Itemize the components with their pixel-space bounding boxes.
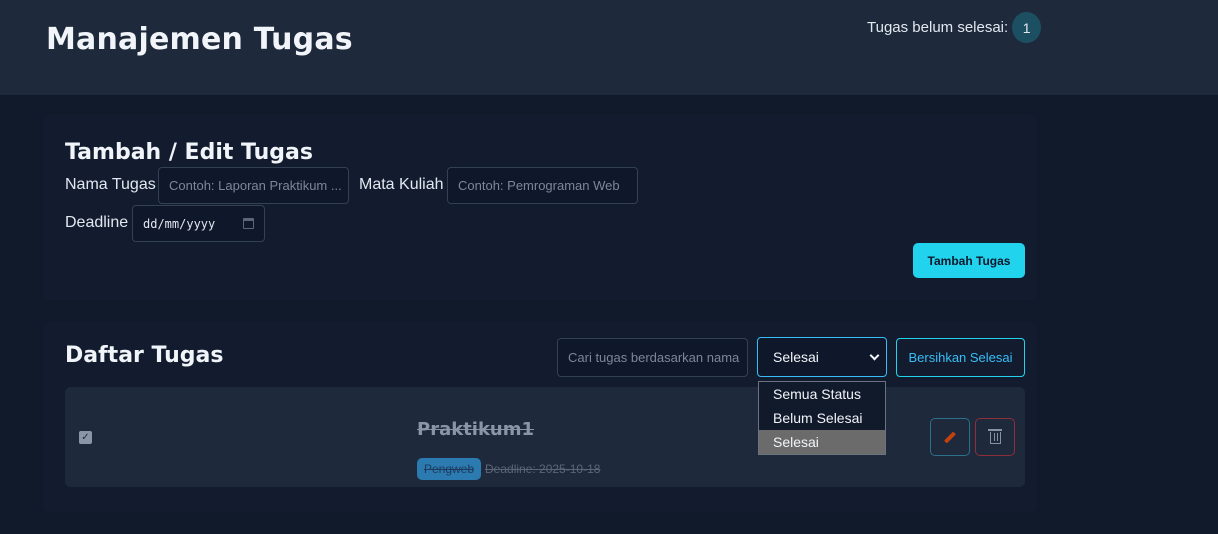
clear-completed-button[interactable]: Bersihkan Selesai <box>896 338 1025 377</box>
pending-label: Tugas belum selesai: <box>867 19 1009 36</box>
task-complete-checkbox[interactable]: ✓ <box>79 431 92 444</box>
task-name-input[interactable]: Contoh: Laporan Praktikum ... <box>158 167 349 204</box>
deadline-value: dd/mm/yyyy <box>143 216 216 231</box>
app-header: Manajemen Tugas Tugas belum selesai: 1 <box>0 0 1218 95</box>
edit-task-button[interactable] <box>930 418 970 456</box>
list-title: Daftar Tugas <box>65 343 224 368</box>
pending-counter: Tugas belum selesai: 1 <box>867 12 1042 43</box>
task-deadline: Deadline: 2025-10-18 <box>485 462 601 476</box>
pencil-icon <box>943 430 957 444</box>
form-title: Tambah / Edit Tugas <box>65 140 313 165</box>
delete-task-button[interactable] <box>975 418 1015 456</box>
add-task-button[interactable]: Tambah Tugas <box>913 243 1025 278</box>
course-badge: Pengweb <box>417 458 481 480</box>
status-filter-dropdown: Semua Status Belum Selesai Selesai <box>758 381 886 455</box>
app-title: Manajemen Tugas <box>46 22 353 57</box>
status-filter-select[interactable]: Selesai <box>757 337 887 377</box>
deadline-label: Deadline <box>65 214 129 231</box>
task-name-label: Nama Tugas <box>65 176 156 193</box>
task-name: Praktikum1 <box>417 419 535 440</box>
deadline-input[interactable]: dd/mm/yyyy <box>132 205 265 242</box>
filter-option-done[interactable]: Selesai <box>759 430 885 454</box>
search-input[interactable]: Cari tugas berdasarkan nama <box>557 338 748 377</box>
status-filter-value: Selesai <box>773 349 819 365</box>
calendar-icon[interactable] <box>243 218 254 229</box>
filter-option-pending[interactable]: Belum Selesai <box>759 406 885 430</box>
pending-count-badge: 1 <box>1012 12 1042 43</box>
course-input[interactable]: Contoh: Pemrograman Web <box>447 167 638 204</box>
chevron-down-icon <box>869 350 880 360</box>
trash-icon <box>987 429 1002 444</box>
filter-option-all[interactable]: Semua Status <box>759 382 885 406</box>
course-label: Mata Kuliah <box>359 176 444 193</box>
